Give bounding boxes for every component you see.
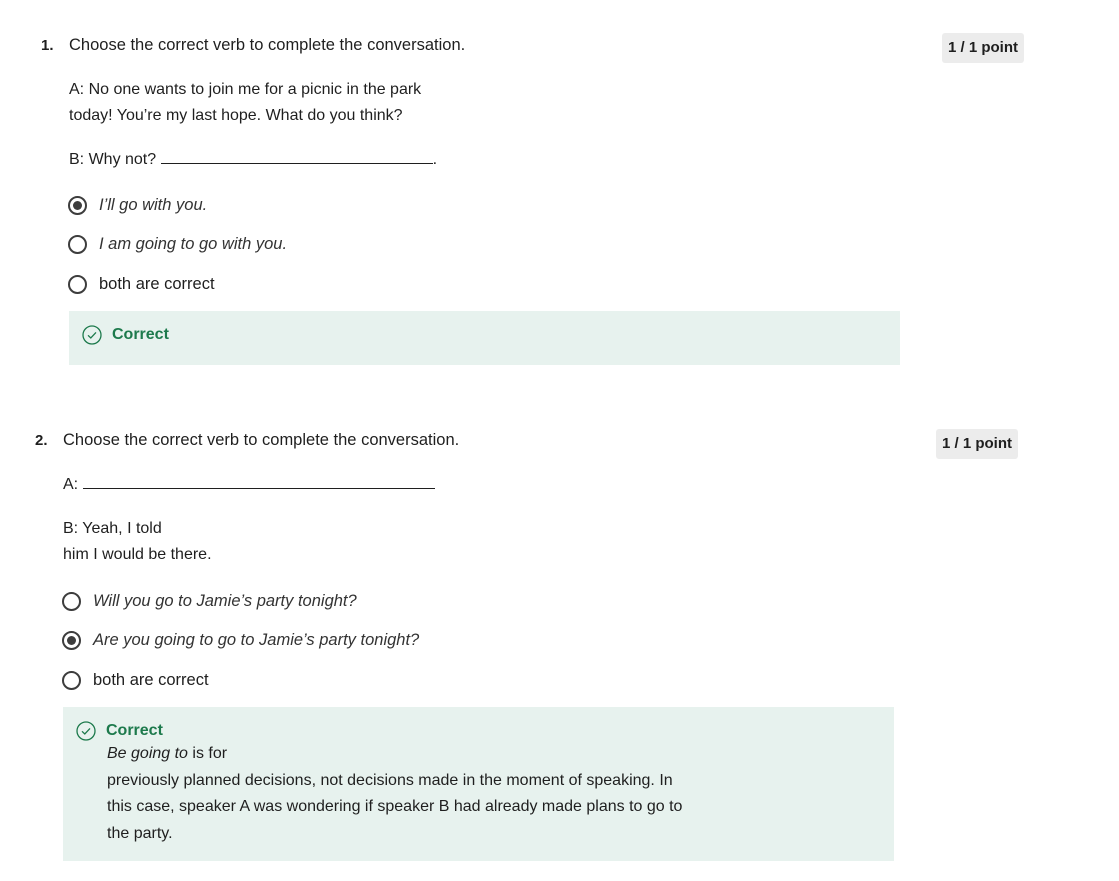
dialogue-line-a: A: No one wants to join me for a picnic …: [69, 77, 421, 129]
feedback-line-1: Be going to is for: [107, 741, 727, 768]
feedback-line-2: previously planned decisions, not decisi…: [107, 771, 673, 789]
dialogue-line-a-text: A:: [63, 476, 79, 493]
question-number: 1.: [41, 37, 54, 54]
dialogue-line-a: A:: [63, 472, 435, 498]
question-prompt: Choose the correct verb to complete the …: [69, 36, 466, 54]
option-label: I’ll go with you.: [99, 195, 208, 214]
option-label: both are correct: [99, 274, 215, 293]
question-number: 2.: [35, 432, 48, 449]
option-2-2[interactable]: Are you going to go to Jamie’s party ton…: [62, 628, 419, 652]
option-label: Will you go to Jamie’s party tonight?: [93, 591, 357, 610]
points-badge: 1 / 1 point: [942, 33, 1025, 63]
feedback-title: Correct: [106, 722, 163, 739]
dialogue-line-b-1: B: Yeah, I told: [63, 520, 162, 537]
option-1-3[interactable]: both are correct: [68, 272, 215, 296]
dialogue-line-b: B: Yeah, I told him I would be there.: [63, 516, 212, 568]
feedback-line-4: the party.: [107, 824, 173, 842]
option-label: Are you going to go to Jamie’s party ton…: [93, 630, 420, 649]
option-label: both are correct: [93, 670, 209, 689]
feedback-header: Correct: [82, 325, 169, 345]
option-1-1[interactable]: I’ll go with you.: [68, 193, 207, 217]
feedback-header: Correct: [76, 721, 163, 741]
feedback-line-1-rest: is for: [187, 745, 228, 762]
feedback-box: Correct: [69, 311, 900, 365]
option-label: I am going to go with you.: [99, 234, 288, 253]
dialogue-line-b-text: B: Why not?: [69, 151, 157, 168]
answer-blank: [82, 472, 435, 489]
radio-selected-icon[interactable]: [62, 630, 81, 650]
radio-empty-icon[interactable]: [68, 234, 87, 254]
dialogue-line-a-1: A: No one wants to join me for a picnic …: [69, 81, 422, 98]
answer-blank: [160, 147, 433, 164]
option-1-2[interactable]: I am going to go with you.: [68, 232, 287, 256]
radio-empty-icon[interactable]: [62, 670, 81, 690]
dialogue-line-b-2: him I would be there.: [63, 546, 212, 563]
dialogue-line-b: B: Why not? .: [69, 147, 437, 173]
radio-selected-icon[interactable]: [68, 195, 87, 215]
check-circle-icon: [82, 325, 102, 345]
option-2-3[interactable]: both are correct: [62, 668, 209, 692]
radio-empty-icon[interactable]: [68, 274, 87, 294]
radio-empty-icon[interactable]: [62, 591, 81, 611]
feedback-box: Correct Be going to is for previously pl…: [63, 707, 894, 861]
feedback-emphasis: Be going to: [107, 745, 188, 762]
feedback-line-3: this case, speaker A was wondering if sp…: [107, 798, 683, 815]
blank-period: .: [432, 151, 438, 168]
dialogue-line-a-2: today! You’re my last hope. What do you …: [69, 107, 403, 124]
feedback-explanation: Be going to is for previously planned de…: [107, 741, 727, 847]
question-prompt: Choose the correct verb to complete the …: [63, 431, 460, 449]
option-2-1[interactable]: Will you go to Jamie’s party tonight?: [62, 589, 357, 613]
check-circle-icon: [76, 721, 96, 741]
feedback-title: Correct: [112, 326, 169, 343]
points-badge: 1 / 1 point: [936, 429, 1019, 459]
